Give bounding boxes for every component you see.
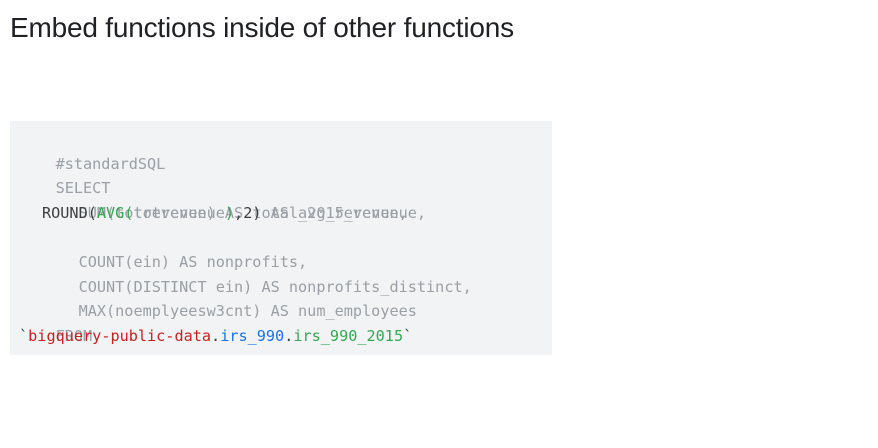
code-line-round-avg: ROUND(AVG(totrevenue),2) AS avg_revenue, bbox=[19, 201, 552, 226]
project-name: bigquery-public-data bbox=[28, 326, 212, 345]
avg-function: AVG( bbox=[96, 203, 134, 222]
dot-separator-2: . bbox=[284, 326, 294, 345]
round-function: ROUND( bbox=[42, 203, 97, 222]
dataset-name: irs_990 bbox=[220, 326, 285, 345]
count-expression: COUNT(ein) AS nonprofits, bbox=[78, 252, 308, 271]
backtick-open: ` bbox=[19, 326, 29, 345]
dot-separator-1: . bbox=[211, 326, 221, 345]
code-line-comment: #standardSQL bbox=[19, 127, 552, 173]
select-keyword: SELECT bbox=[55, 179, 111, 198]
code-line-count: COUNT(ein) AS nonprofits, bbox=[19, 225, 552, 271]
count-distinct-expression: COUNT(DISTINCT ein) AS nonprofits_distin… bbox=[78, 277, 472, 296]
standard-sql-comment: #standardSQL bbox=[55, 154, 166, 173]
avg-close-paren: ) bbox=[224, 203, 235, 222]
backtick-close: ` bbox=[403, 326, 413, 345]
table-name: irs_990_2015 bbox=[293, 326, 404, 345]
max-expression: MAX(noemplyeesw3cnt) AS num_employees bbox=[78, 302, 417, 321]
sql-code-block: #standardSQL SELECT SUM(totrevenue) AS t… bbox=[10, 121, 552, 355]
avg-argument: totrevenue bbox=[133, 203, 225, 222]
round-tail: ,2) bbox=[234, 203, 262, 222]
slide-title: Embed functions inside of other function… bbox=[10, 12, 514, 43]
code-line-table-ref: `bigquery-public-data.irs_990.irs_990_20… bbox=[19, 324, 552, 349]
avg-alias: AS avg_revenue, bbox=[261, 203, 408, 222]
